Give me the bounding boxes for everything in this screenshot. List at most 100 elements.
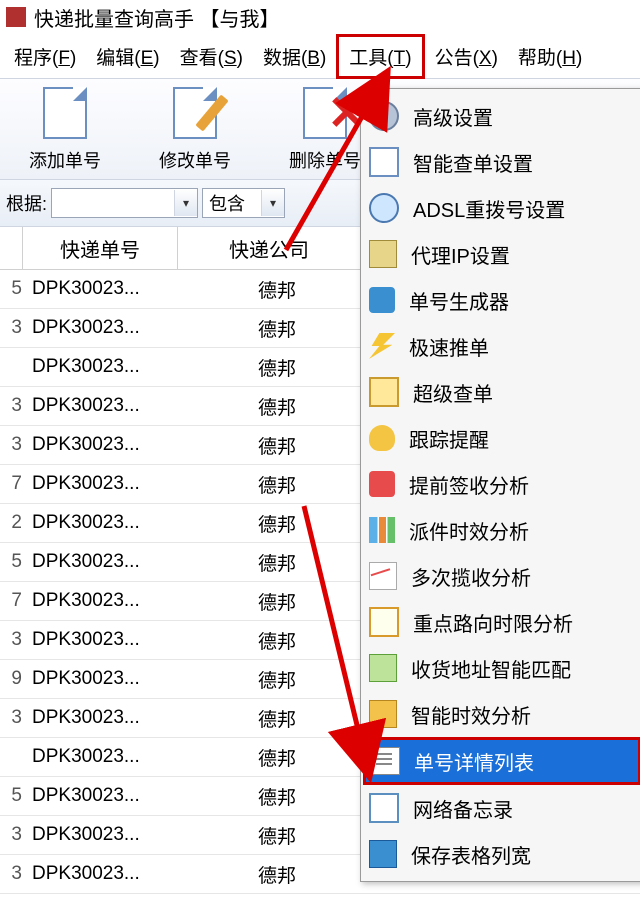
menu-item[interactable]: 智能查单设置 xyxy=(363,139,640,185)
grid-header-index[interactable] xyxy=(0,227,23,269)
menu-item[interactable]: 智能时效分析 xyxy=(363,691,640,737)
row-company: 德邦 xyxy=(186,588,368,615)
menu-x[interactable]: 公告(X) xyxy=(425,37,508,76)
ruler-icon xyxy=(369,654,397,682)
menu-item-label: 代理IP设置 xyxy=(411,240,510,269)
row-index: 5 xyxy=(0,785,24,807)
bars-icon xyxy=(369,517,395,543)
row-company: 德邦 xyxy=(186,783,368,810)
row-number: DPK30023... xyxy=(24,512,186,534)
row-number: DPK30023... xyxy=(24,863,186,885)
add-number-label: 添加单号 xyxy=(0,147,130,173)
row-index: 3 xyxy=(0,863,24,885)
menu-e[interactable]: 编辑(E) xyxy=(86,37,169,76)
row-number: DPK30023... xyxy=(24,707,186,729)
row-index: 3 xyxy=(0,395,24,417)
menu-item[interactable]: 网络备忘录 xyxy=(363,785,640,831)
row-company: 德邦 xyxy=(186,549,368,576)
key-icon xyxy=(369,240,397,268)
menu-item[interactable]: 极速推单 xyxy=(363,323,640,369)
menu-item-label: 极速推单 xyxy=(409,332,489,361)
row-company: 德邦 xyxy=(186,510,368,537)
filter-op-combo[interactable]: 包含 ▾ xyxy=(202,188,285,218)
menu-s[interactable]: 查看(S) xyxy=(170,37,253,76)
grid-header-company[interactable]: 快递公司 xyxy=(178,227,361,269)
menu-t[interactable]: 工具(T) xyxy=(336,34,424,79)
row-number: DPK30023... xyxy=(24,746,186,768)
row-index: 9 xyxy=(0,668,24,690)
delete-doc-icon xyxy=(297,87,353,143)
bolt-icon xyxy=(369,333,395,359)
titlebar: 快递批量查询高手 【与我】 xyxy=(0,0,640,34)
chevron-down-icon: ▾ xyxy=(174,190,197,216)
row-company: 德邦 xyxy=(186,315,368,342)
row-number: DPK30023... xyxy=(24,395,186,417)
chart-icon xyxy=(369,471,395,497)
menu-item-label: 保存表格列宽 xyxy=(411,840,531,869)
row-number: DPK30023... xyxy=(24,278,186,300)
gear-icon xyxy=(369,101,399,131)
menu-item[interactable]: ADSL重拨号设置 xyxy=(363,185,640,231)
row-company: 德邦 xyxy=(186,354,368,381)
menu-item[interactable]: 收货地址智能匹配 xyxy=(363,645,640,691)
car-icon xyxy=(369,287,395,313)
row-index: 7 xyxy=(0,590,24,612)
menu-item-label: 智能查单设置 xyxy=(413,148,533,177)
menu-item-label: 超级查单 xyxy=(413,378,493,407)
new-doc-icon xyxy=(37,87,93,143)
line-icon xyxy=(369,562,397,590)
pen-icon xyxy=(369,700,397,728)
menu-item[interactable]: 多次揽收分析 xyxy=(363,553,640,599)
menu-item-label: 单号详情列表 xyxy=(414,747,534,776)
row-number: DPK30023... xyxy=(24,434,186,456)
menu-f[interactable]: 程序(F) xyxy=(4,37,86,76)
menu-item[interactable]: 跟踪提醒 xyxy=(363,415,640,461)
menu-item[interactable]: 单号生成器 xyxy=(363,277,640,323)
filter-field-combo[interactable]: ▾ xyxy=(51,188,198,218)
row-index: 7 xyxy=(0,473,24,495)
bell-icon xyxy=(369,425,395,451)
menu-b[interactable]: 数据(B) xyxy=(253,37,336,76)
row-number: DPK30023... xyxy=(24,356,186,378)
menu-item-label: 单号生成器 xyxy=(409,286,509,315)
row-number: DPK30023... xyxy=(24,317,186,339)
menu-item[interactable]: 代理IP设置 xyxy=(363,231,640,277)
menu-item-label: 派件时效分析 xyxy=(409,516,529,545)
row-company: 德邦 xyxy=(186,393,368,420)
filter-by-label: 根据: xyxy=(6,190,47,216)
row-company: 德邦 xyxy=(186,627,368,654)
doc2-icon xyxy=(369,147,399,177)
edit-doc-icon xyxy=(167,87,223,143)
menu-item[interactable]: 高级设置 xyxy=(363,93,640,139)
chevron-down-icon: ▾ xyxy=(261,190,284,216)
app-window: 快递批量查询高手 【与我】 程序(F)编辑(E)查看(S)数据(B)工具(T)公… xyxy=(0,0,640,916)
menu-h[interactable]: 帮助(H) xyxy=(508,37,592,76)
menu-item[interactable]: 超级查单 xyxy=(363,369,640,415)
table-icon xyxy=(369,377,399,407)
menu-item-label: 重点路向时限分析 xyxy=(413,608,573,637)
net-icon xyxy=(369,193,399,223)
edit-number-button[interactable]: 修改单号 xyxy=(130,79,260,173)
row-company: 德邦 xyxy=(186,432,368,459)
list-icon xyxy=(372,747,400,775)
row-company: 德邦 xyxy=(186,276,368,303)
row-number: DPK30023... xyxy=(24,785,186,807)
row-index: 5 xyxy=(0,278,24,300)
row-index: 3 xyxy=(0,629,24,651)
menu-item-label: 高级设置 xyxy=(413,102,493,131)
row-index: 5 xyxy=(0,551,24,573)
menu-item[interactable]: 单号详情列表 xyxy=(363,737,640,785)
menu-item-label: 跟踪提醒 xyxy=(409,424,489,453)
row-company: 德邦 xyxy=(186,744,368,771)
magnify-icon xyxy=(369,607,399,637)
row-company: 德邦 xyxy=(186,822,368,849)
menu-item[interactable]: 重点路向时限分析 xyxy=(363,599,640,645)
menu-item[interactable]: 提前签收分析 xyxy=(363,461,640,507)
menu-item[interactable]: 派件时效分析 xyxy=(363,507,640,553)
row-number: DPK30023... xyxy=(24,824,186,846)
row-number: DPK30023... xyxy=(24,668,186,690)
row-number: DPK30023... xyxy=(24,473,186,495)
menu-item[interactable]: 保存表格列宽 xyxy=(363,831,640,877)
add-number-button[interactable]: 添加单号 xyxy=(0,79,130,173)
grid-header-number[interactable]: 快递单号 xyxy=(23,227,178,269)
